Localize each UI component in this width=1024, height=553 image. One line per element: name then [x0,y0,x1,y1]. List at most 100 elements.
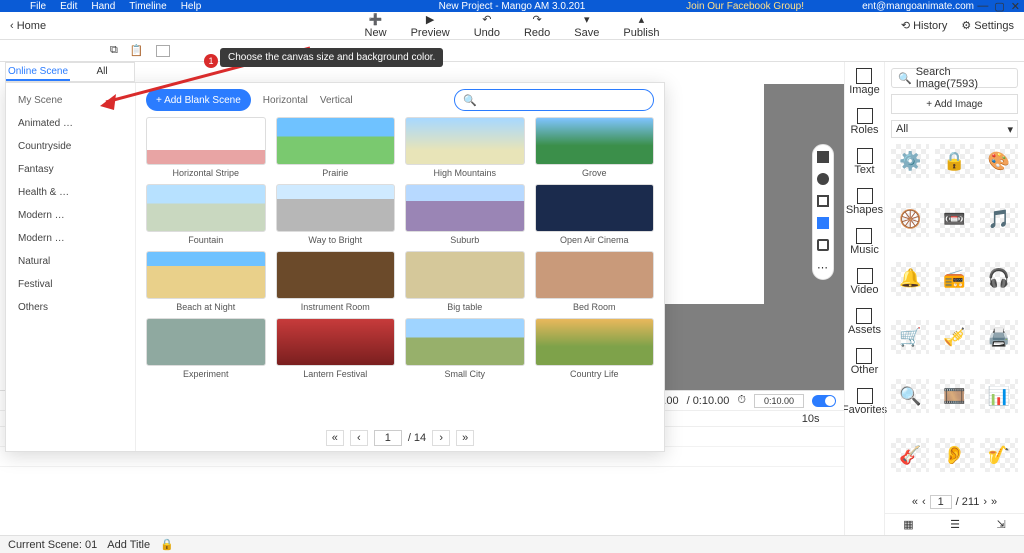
status-add-title[interactable]: Add Title [107,539,150,551]
scene-card[interactable]: Prairie [276,117,396,178]
collapse-icon[interactable]: ⇲ [997,518,1006,531]
copy-icon[interactable]: ⧉ [110,44,118,57]
scene-card[interactable]: Fountain [146,184,266,245]
rail-favorites[interactable]: Favorites [842,388,887,416]
cat-modern-2[interactable]: Modern … [6,227,135,250]
asset-item[interactable]: 🎷 [980,438,1018,472]
asset-pager-prev[interactable]: ‹ [922,496,926,508]
cat-festival[interactable]: Festival [6,273,135,296]
rail-text[interactable]: Text [854,148,874,176]
asset-item[interactable]: 👂 [935,438,973,472]
undo-button[interactable]: ↶Undo [474,13,500,39]
add-image-button[interactable]: + Add Image [891,94,1018,114]
asset-item[interactable]: 🎧 [980,262,1018,296]
rail-roles[interactable]: Roles [850,108,878,136]
menu-help[interactable]: Help [181,1,202,12]
scene-card[interactable]: Big table [405,251,525,312]
list-view-icon[interactable]: ☰ [950,518,960,531]
paste-icon[interactable]: 📋 [130,44,144,57]
scene-card[interactable]: Lantern Festival [276,318,396,379]
tab-all[interactable]: All [70,63,134,81]
pager-prev[interactable]: ‹ [350,430,368,446]
rail-music[interactable]: Music [850,228,879,256]
status-lock-icon[interactable]: 🔒 [160,538,174,551]
color-box[interactable] [156,45,170,57]
grid-view-icon[interactable]: ▦ [903,518,913,531]
menu-file[interactable]: File [30,1,46,12]
asset-item[interactable]: 🎸 [891,438,929,472]
scene-card[interactable]: Experiment [146,318,266,379]
scene-card[interactable]: High Mountains [405,117,525,178]
cat-fantasy[interactable]: Fantasy [6,158,135,181]
pager-last[interactable]: » [456,430,474,446]
asset-item[interactable]: 🛞 [891,203,929,237]
close-button[interactable]: ✕ [1011,0,1020,13]
cat-others[interactable]: Others [6,296,135,319]
scene-card[interactable]: Suburb [405,184,525,245]
orientation-horizontal[interactable]: Horizontal [263,95,308,106]
tool-screen-icon[interactable] [817,217,829,229]
menu-hand[interactable]: Hand [91,1,115,12]
history-button[interactable]: ⟲ History [901,19,948,32]
maximize-button[interactable]: ▢ [994,0,1004,13]
menu-edit[interactable]: Edit [60,1,77,12]
scene-card[interactable]: Instrument Room [276,251,396,312]
asset-item[interactable]: 📼 [935,203,973,237]
asset-item[interactable]: 🎺 [935,320,973,354]
rail-assets[interactable]: Assets [848,308,881,336]
facebook-link[interactable]: Join Our Facebook Group! [686,1,804,12]
asset-item[interactable]: 🔔 [891,262,929,296]
asset-pager-last[interactable]: » [991,496,997,508]
scene-card[interactable]: Small City [405,318,525,379]
rail-shapes[interactable]: Shapes [846,188,883,216]
asset-pager-next[interactable]: › [983,496,987,508]
asset-item[interactable]: 🎞️ [935,379,973,413]
asset-pager-first[interactable]: « [912,496,918,508]
save-button[interactable]: ▾Save [574,13,599,39]
asset-search[interactable]: 🔍Search Image(7593) [891,68,1018,88]
cat-animated[interactable]: Animated … [6,112,135,135]
pager-page-input[interactable] [374,430,402,446]
time-box[interactable] [754,394,804,408]
asset-item[interactable]: 🛒 [891,320,929,354]
account-label[interactable]: ent@mangoanimate.com [862,1,974,12]
asset-item[interactable]: 🔍 [891,379,929,413]
tab-online-scene[interactable]: Online Scene [6,63,70,81]
rail-image[interactable]: Image [849,68,880,96]
publish-button[interactable]: ▴Publish [623,13,659,39]
asset-pager-input[interactable] [930,495,952,509]
redo-button[interactable]: ↷Redo [524,13,550,39]
asset-item[interactable]: 🖨️ [980,320,1018,354]
tool-lock-icon[interactable] [817,195,829,207]
rail-other[interactable]: Other [851,348,879,376]
scene-card[interactable]: Beach at Night [146,251,266,312]
timeline-toggle[interactable] [812,395,836,407]
settings-button[interactable]: ⚙ Settings [961,19,1014,32]
cat-natural[interactable]: Natural [6,250,135,273]
scene-search[interactable]: 🔍 [454,89,654,111]
cat-countryside[interactable]: Countryside [6,135,135,158]
tool-hand-icon[interactable] [817,151,829,163]
menu-timeline[interactable]: Timeline [129,1,166,12]
scene-card[interactable]: Way to Bright [276,184,396,245]
asset-filter[interactable]: All▾ [891,120,1018,138]
tool-more-icon[interactable]: ⋯ [817,261,829,273]
tool-box-icon[interactable] [817,239,829,251]
asset-item[interactable]: 🎨 [980,144,1018,178]
new-button[interactable]: ➕New [365,13,387,39]
asset-item[interactable]: 📊 [980,379,1018,413]
asset-item[interactable]: ⚙️ [891,144,929,178]
scene-card[interactable]: Open Air Cinema [535,184,655,245]
cat-health[interactable]: Health & … [6,181,135,204]
pager-next[interactable]: › [432,430,450,446]
preview-button[interactable]: ▶Preview [411,13,450,39]
my-scene[interactable]: My Scene [6,89,135,112]
pager-first[interactable]: « [326,430,344,446]
rail-video[interactable]: Video [851,268,879,296]
scene-card[interactable]: Horizontal Stripe [146,117,266,178]
home-button[interactable]: Home [10,20,46,32]
scene-card[interactable]: Bed Room [535,251,655,312]
scene-card[interactable]: Country Life [535,318,655,379]
orientation-vertical[interactable]: Vertical [320,95,353,106]
scene-card[interactable]: Grove [535,117,655,178]
